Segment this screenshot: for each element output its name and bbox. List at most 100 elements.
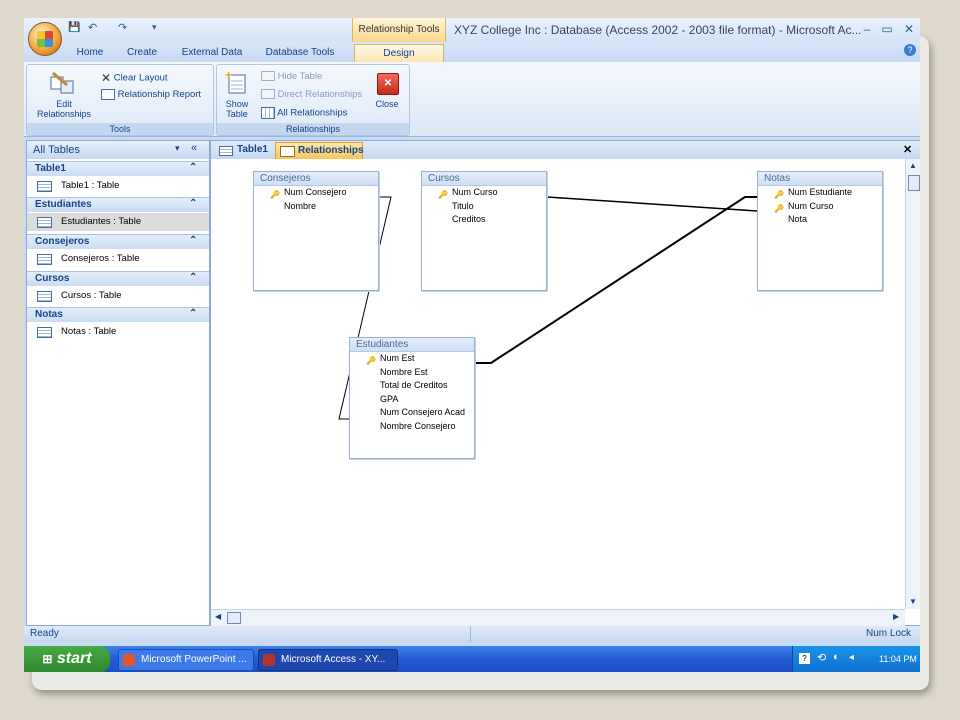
tab-design[interactable]: Design	[354, 44, 444, 63]
horizontal-scroll-thumb[interactable]	[227, 612, 241, 624]
tab-external-data[interactable]: External Data	[176, 44, 248, 62]
tab-home[interactable]: Home	[68, 44, 112, 62]
field-row[interactable]: Titulo	[422, 200, 546, 214]
start-button[interactable]: ⊞ start	[24, 646, 110, 672]
nav-dropdown-icon[interactable]: ▾	[175, 143, 180, 154]
save-icon[interactable]: 💾	[68, 22, 80, 33]
scroll-right-icon[interactable]: ▶	[893, 612, 899, 621]
all-relationships-label: All Relationships	[277, 107, 348, 119]
table-box-title[interactable]: Consejeros	[254, 172, 378, 186]
direct-relationships-button[interactable]: Direct Relationships	[261, 89, 362, 100]
quick-access-toolbar: 💾 ↶ ↷ ▾	[64, 22, 164, 38]
table-box-title[interactable]: Cursos	[422, 172, 546, 186]
close-relationships-icon: ✕	[377, 73, 399, 95]
scroll-down-icon[interactable]: ▼	[909, 597, 917, 606]
table-box-notas[interactable]: Notas 🔑 Num Estudiante 🔑 Num Curso Nota	[757, 171, 883, 291]
field-row[interactable]: Nota	[758, 213, 882, 227]
volume-icon[interactable]: ◂	[849, 652, 854, 663]
collapse-group-icon[interactable]: ⌃	[189, 162, 197, 173]
tab-table1[interactable]: Table1	[215, 142, 271, 158]
field-row[interactable]: Creditos	[422, 213, 546, 227]
field-row[interactable]: GPA	[350, 393, 474, 407]
field-label: Num Curso	[452, 187, 498, 197]
office-logo-icon	[37, 31, 53, 47]
field-label: Titulo	[452, 200, 474, 211]
collapse-group-icon[interactable]: ⌃	[189, 235, 197, 246]
nav-group-consejeros[interactable]: Consejeros ⌃	[27, 234, 209, 249]
show-table-button[interactable]: Show Table	[217, 99, 257, 119]
nav-group-cursos[interactable]: Cursos ⌃	[27, 271, 209, 286]
nav-item-table1[interactable]: Table1 : Table	[27, 177, 209, 195]
report-icon	[101, 89, 115, 100]
relationships-icon	[280, 146, 295, 157]
collapse-group-icon[interactable]: ⌃	[189, 308, 197, 319]
nav-item-consejeros[interactable]: Consejeros : Table	[27, 250, 209, 268]
help-icon[interactable]: ?	[904, 44, 916, 56]
restore-button[interactable]: ▭	[878, 22, 896, 36]
field-label: Nombre Est	[380, 366, 428, 377]
network-icon[interactable]: ⟲	[817, 651, 826, 664]
hide-table-button[interactable]: Hide Table	[261, 71, 322, 82]
collapse-nav-icon[interactable]: «	[191, 142, 197, 154]
collapse-group-icon[interactable]: ⌃	[189, 198, 197, 209]
relationships-canvas[interactable]: Consejeros 🔑 Num Consejero Nombre Cursos …	[211, 159, 905, 609]
field-row[interactable]: Nombre	[254, 200, 378, 214]
redo-icon[interactable]: ↷	[118, 21, 127, 34]
tab-database-tools[interactable]: Database Tools	[260, 44, 340, 62]
close-document-icon[interactable]: ✕	[903, 143, 912, 156]
start-label: start	[56, 650, 92, 667]
table-icon	[37, 217, 52, 228]
nav-item-cursos[interactable]: Cursos : Table	[27, 287, 209, 305]
clear-layout-button[interactable]: ✕ Clear Layout	[101, 71, 168, 85]
vertical-scroll-thumb[interactable]	[908, 175, 920, 191]
field-row[interactable]: Nombre Consejero	[350, 420, 474, 434]
collapse-group-icon[interactable]: ⌃	[189, 272, 197, 283]
show-table-icon: +	[225, 68, 249, 95]
nav-item-label: Cursos : Table	[61, 290, 122, 301]
field-row[interactable]: 🔑 Num Consejero	[254, 186, 378, 200]
horizontal-scrollbar[interactable]: ◀ ▶	[211, 609, 905, 626]
field-row[interactable]: Nombre Est	[350, 366, 474, 380]
nav-group-notas[interactable]: Notas ⌃	[27, 307, 209, 322]
nav-item-label: Estudiantes : Table	[61, 216, 142, 227]
nav-group-table1[interactable]: Table1 ⌃	[27, 161, 209, 176]
vertical-scrollbar[interactable]: ▲ ▼	[905, 159, 920, 609]
field-row[interactable]: 🔑 Num Est	[350, 352, 474, 366]
table-box-estudiantes[interactable]: Estudiantes 🔑 Num Est Nombre Est Total de…	[349, 337, 475, 459]
tab-relationships[interactable]: Relationships	[275, 142, 364, 159]
table-box-consejeros[interactable]: Consejeros 🔑 Num Consejero Nombre	[253, 171, 379, 291]
scroll-left-icon[interactable]: ◀	[215, 612, 221, 621]
table-box-title[interactable]: Notas	[758, 172, 882, 186]
relationships-group-label: Relationships	[217, 123, 409, 135]
field-row[interactable]: Total de Creditos	[350, 379, 474, 393]
nav-pane-header[interactable]: All Tables ▾ «	[27, 141, 209, 159]
field-row[interactable]: 🔑 Num Curso	[758, 200, 882, 214]
relationship-report-button[interactable]: Relationship Report	[101, 89, 201, 100]
table-box-title[interactable]: Estudiantes	[350, 338, 474, 352]
window-title: XYZ College Inc : Database (Access 2002 …	[454, 23, 862, 37]
field-row[interactable]: Num Consejero Acad	[350, 406, 474, 420]
field-row[interactable]: 🔑 Num Estudiante	[758, 186, 882, 200]
edit-relationships-button[interactable]: Edit Relationships	[29, 99, 99, 119]
tab-label: Relationships	[298, 145, 364, 156]
security-icon[interactable]: ◐	[833, 651, 840, 663]
nav-item-estudiantes[interactable]: Estudiantes : Table	[27, 213, 209, 231]
tab-create[interactable]: Create	[120, 44, 164, 62]
taskbar-item-access[interactable]: Microsoft Access - XY...	[258, 649, 398, 671]
nav-group-estudiantes[interactable]: Estudiantes ⌃	[27, 197, 209, 212]
field-row[interactable]: 🔑 Num Curso	[422, 186, 546, 200]
table-box-cursos[interactable]: Cursos 🔑 Num Curso Titulo Creditos	[421, 171, 547, 291]
field-label: Nota	[788, 214, 808, 225]
all-relationships-button[interactable]: All Relationships	[261, 107, 347, 119]
close-relationships-button[interactable]: Close	[365, 99, 409, 109]
office-button[interactable]	[28, 22, 62, 56]
scroll-up-icon[interactable]: ▲	[909, 161, 917, 170]
nav-item-notas[interactable]: Notas : Table	[27, 323, 209, 341]
help-tray-icon[interactable]: ?	[799, 653, 810, 664]
close-window-button[interactable]: ✕	[900, 22, 918, 36]
undo-icon[interactable]: ↶	[88, 21, 97, 34]
taskbar-item-powerpoint[interactable]: Microsoft PowerPoint ...	[118, 649, 254, 671]
minimize-button[interactable]: –	[858, 22, 876, 36]
customize-qat-icon[interactable]: ▾	[152, 22, 157, 33]
nav-group-label: Table1	[35, 163, 66, 174]
